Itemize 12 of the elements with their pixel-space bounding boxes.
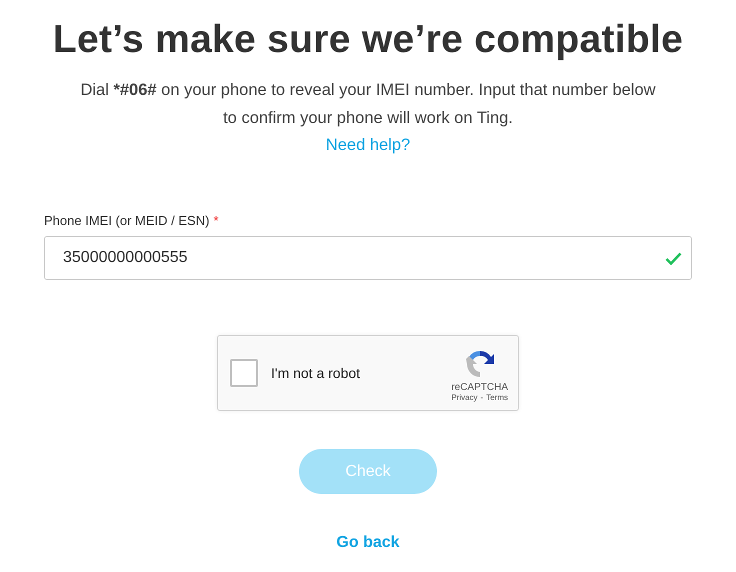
required-mark: * xyxy=(213,212,218,230)
captcha-label: I'm not a robot xyxy=(271,365,362,381)
instruction-text: Dial *#06# on your phone to reveal your IMEI number. Input that number below to confirm your phone will work on Ting. xyxy=(79,80,657,129)
privacy-link[interactable]: Privacy xyxy=(451,393,478,402)
recaptcha-logo-icon xyxy=(464,348,496,380)
captcha-brand: reCAPTCHA xyxy=(451,382,508,393)
page-title: Let’s make sure we’re compatible xyxy=(52,17,684,63)
imei-field[interactable]: 35000000000555 xyxy=(44,236,692,280)
field-label: Phone IMEI (or MEID / ESN) xyxy=(44,212,210,230)
link-separator: - xyxy=(480,393,484,402)
terms-link[interactable]: Terms xyxy=(486,393,508,402)
captcha-checkbox[interactable] xyxy=(230,359,258,387)
